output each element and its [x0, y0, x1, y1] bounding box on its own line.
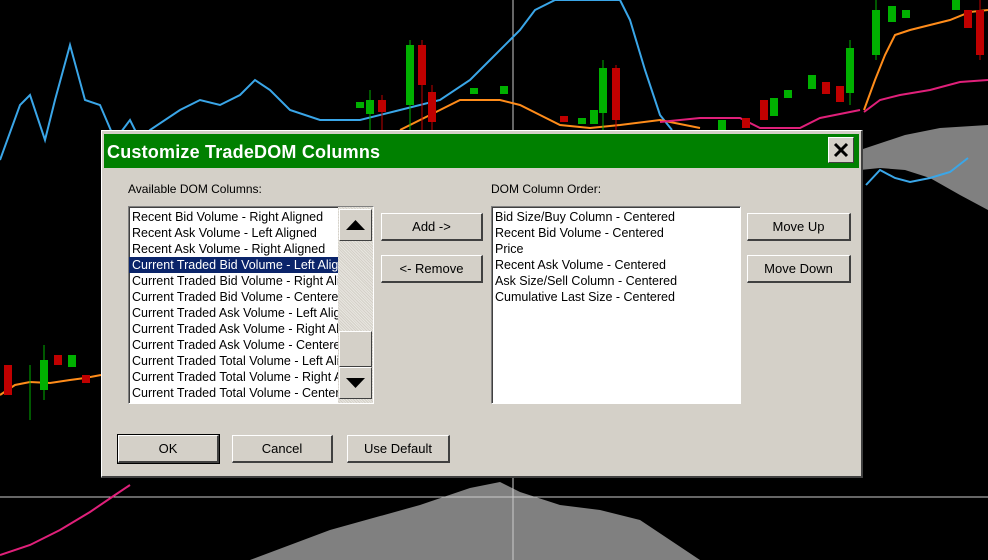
dialog-title: Customize TradeDOM Columns	[107, 142, 381, 162]
available-columns-list: Recent Bid Volume - Right Aligned Recent …	[129, 207, 340, 401]
scrollbar[interactable]	[338, 207, 373, 403]
list-item[interactable]: Current Traded Total Volume - Left Align…	[129, 353, 340, 369]
ok-button[interactable]: OK	[117, 434, 220, 464]
list-item[interactable]: Recent Bid Volume - Centered	[492, 225, 740, 241]
scroll-down-button[interactable]	[339, 367, 372, 399]
list-item[interactable]: Cumulative Last Size - Centered	[492, 289, 740, 305]
list-item[interactable]: Recent Ask Volume - Right Aligned	[129, 241, 340, 257]
scroll-up-button[interactable]	[339, 209, 372, 241]
customize-tradedom-dialog: Customize TradeDOM Columns Available DOM…	[101, 130, 863, 478]
list-item[interactable]: Current Traded Ask Volume - Centered	[129, 337, 340, 353]
list-item[interactable]: Recent Bid Volume - Right Aligned	[129, 209, 340, 225]
available-columns-listbox[interactable]: Recent Bid Volume - Right Aligned Recent …	[128, 206, 374, 404]
dialog-titlebar[interactable]: Customize TradeDOM Columns	[104, 134, 859, 168]
list-item[interactable]: Ask Size/Sell Column - Centered	[492, 273, 740, 289]
scroll-thumb[interactable]	[339, 331, 372, 367]
list-item[interactable]: Current Traded Bid Volume - Centered	[129, 289, 340, 305]
list-item[interactable]: Current Traded Bid Volume - Left Aligned	[129, 257, 340, 273]
column-order-list: Bid Size/Buy Column - Centered Recent Bid…	[492, 207, 740, 305]
list-item[interactable]: Recent Ask Volume - Centered	[492, 257, 740, 273]
list-item[interactable]: Recent Ask Volume - Left Aligned	[129, 225, 340, 241]
add-button[interactable]: Add ->	[381, 213, 483, 241]
arrow-down-icon	[346, 378, 365, 388]
list-item[interactable]: Current Traded Bid Volume - Right Aligne…	[129, 273, 340, 289]
list-item[interactable]: Current Traded Ask Volume - Left Aligned	[129, 305, 340, 321]
cancel-button[interactable]: Cancel	[232, 435, 333, 463]
close-icon	[833, 142, 849, 158]
move-down-button[interactable]: Move Down	[747, 255, 851, 283]
arrow-up-icon	[346, 220, 365, 230]
list-item[interactable]: Current Traded Total Volume - Right Alig…	[129, 369, 340, 385]
list-item[interactable]: Price	[492, 241, 740, 257]
list-item[interactable]: Bid Size/Buy Column - Centered	[492, 209, 740, 225]
remove-button[interactable]: <- Remove	[381, 255, 483, 283]
list-item[interactable]: Current Traded Total Volume - Centered	[129, 385, 340, 401]
column-order-listbox[interactable]: Bid Size/Buy Column - Centered Recent Bid…	[491, 206, 741, 404]
column-order-label: DOM Column Order:	[491, 182, 602, 196]
move-up-button[interactable]: Move Up	[747, 213, 851, 241]
available-columns-label: Available DOM Columns:	[128, 182, 262, 196]
list-item[interactable]: Current Traded Ask Volume - Right Aligne…	[129, 321, 340, 337]
close-button[interactable]	[828, 137, 854, 163]
use-default-button[interactable]: Use Default	[347, 435, 450, 463]
